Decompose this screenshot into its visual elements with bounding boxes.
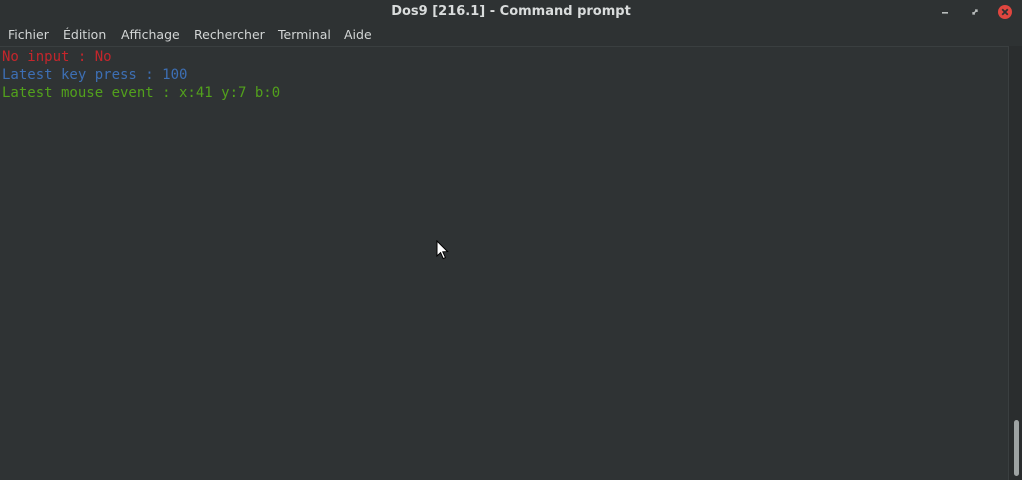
terminal-window: Dos9 [216.1] - Command prompt Fichier Éd… bbox=[0, 0, 1022, 480]
maximize-icon bbox=[972, 9, 978, 15]
menu-edition[interactable]: Édition bbox=[63, 24, 106, 46]
menu-affichage[interactable]: Affichage bbox=[121, 24, 180, 46]
menu-fichier[interactable]: Fichier bbox=[8, 24, 49, 46]
title-bar[interactable]: Dos9 [216.1] - Command prompt bbox=[0, 0, 1022, 24]
mouse-pointer-icon bbox=[436, 240, 449, 260]
close-button[interactable] bbox=[997, 4, 1013, 20]
vertical-scrollbar[interactable] bbox=[1008, 46, 1022, 480]
terminal-line-no-input: No input : No bbox=[2, 49, 112, 65]
terminal-output[interactable]: No input : No Latest key press : 100 Lat… bbox=[0, 46, 1008, 480]
menu-aide[interactable]: Aide bbox=[344, 24, 372, 46]
window-title: Dos9 [216.1] - Command prompt bbox=[391, 4, 631, 19]
menu-bar: Fichier Édition Affichage Rechercher Ter… bbox=[0, 24, 1022, 46]
terminal-line-mouse-event: Latest mouse event : x:41 y:7 b:0 bbox=[2, 85, 281, 101]
menu-terminal[interactable]: Terminal bbox=[278, 24, 331, 46]
terminal-line-key-press: Latest key press : 100 bbox=[2, 67, 188, 83]
close-icon bbox=[998, 5, 1012, 19]
minimize-button[interactable] bbox=[937, 4, 953, 20]
minimize-icon bbox=[942, 12, 948, 14]
scrollbar-thumb[interactable] bbox=[1014, 420, 1019, 476]
maximize-button[interactable] bbox=[967, 4, 983, 20]
menu-rechercher[interactable]: Rechercher bbox=[194, 24, 265, 46]
